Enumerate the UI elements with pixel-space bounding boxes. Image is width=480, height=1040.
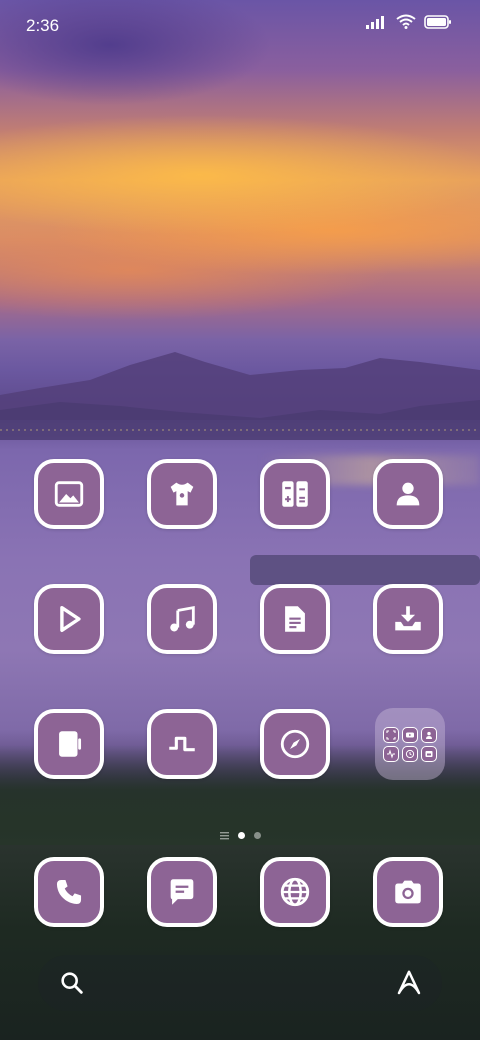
folder-app-activity [383, 745, 399, 762]
video-app[interactable] [34, 584, 104, 654]
activity-icon [387, 748, 395, 759]
list-indicator-icon [219, 831, 229, 839]
phone-icon [56, 879, 82, 905]
themes-app[interactable] [147, 459, 217, 529]
contacts-icon [426, 731, 432, 739]
folder-app-store [421, 745, 437, 762]
app-folder[interactable] [375, 708, 445, 780]
music-app[interactable] [147, 584, 217, 654]
assistant-button[interactable] [394, 968, 424, 998]
signal-icon [366, 15, 384, 29]
notebook-icon [59, 731, 82, 757]
folder-app-scan [383, 726, 399, 743]
camera-app[interactable] [373, 857, 443, 927]
gallery-app[interactable] [34, 459, 104, 529]
globe-icon [280, 877, 310, 907]
store-icon [425, 750, 433, 757]
folder-app-youtube [402, 726, 418, 743]
pulse-app[interactable] [147, 709, 217, 779]
document-icon [285, 606, 305, 632]
calculator-app[interactable] [260, 459, 330, 529]
wifi-icon [396, 14, 416, 29]
folder-app-contacts [421, 726, 437, 743]
battery-icon [424, 14, 451, 29]
notes-app[interactable] [260, 584, 330, 654]
calculator-icon [282, 481, 308, 507]
compass-icon [280, 729, 310, 759]
music-note-icon [170, 605, 195, 632]
scan-icon [386, 729, 396, 740]
download-icon [395, 606, 421, 631]
downloads-app[interactable] [373, 584, 443, 654]
play-icon [60, 605, 81, 633]
page-dot-active [237, 831, 245, 839]
search-button[interactable] [58, 969, 86, 997]
status-icons [366, 14, 452, 29]
search-bar[interactable] [38, 955, 442, 1011]
pulse-icon [169, 736, 195, 752]
message-icon [170, 879, 194, 905]
page-dot [253, 831, 261, 839]
phone-app[interactable] [34, 857, 104, 927]
compass-app[interactable] [260, 709, 330, 779]
wallpaper-harbor [250, 555, 480, 585]
status-time: 2:36 [26, 16, 60, 35]
clock-icon [405, 749, 415, 758]
page-indicator[interactable] [0, 828, 480, 842]
person-icon [396, 482, 420, 506]
tshirt-icon [170, 482, 194, 506]
contacts-app[interactable] [373, 459, 443, 529]
messages-app[interactable] [147, 857, 217, 927]
camera-icon [395, 880, 421, 904]
notebook-app[interactable] [34, 709, 104, 779]
image-icon [54, 481, 84, 507]
search-icon [61, 972, 83, 994]
assistant-icon [397, 970, 421, 995]
youtube-icon [406, 732, 414, 737]
wallpaper-mountains [0, 352, 480, 440]
folder-app-clock [402, 745, 418, 762]
status-bar: 2:36 [0, 0, 480, 50]
browser-app[interactable] [260, 857, 330, 927]
